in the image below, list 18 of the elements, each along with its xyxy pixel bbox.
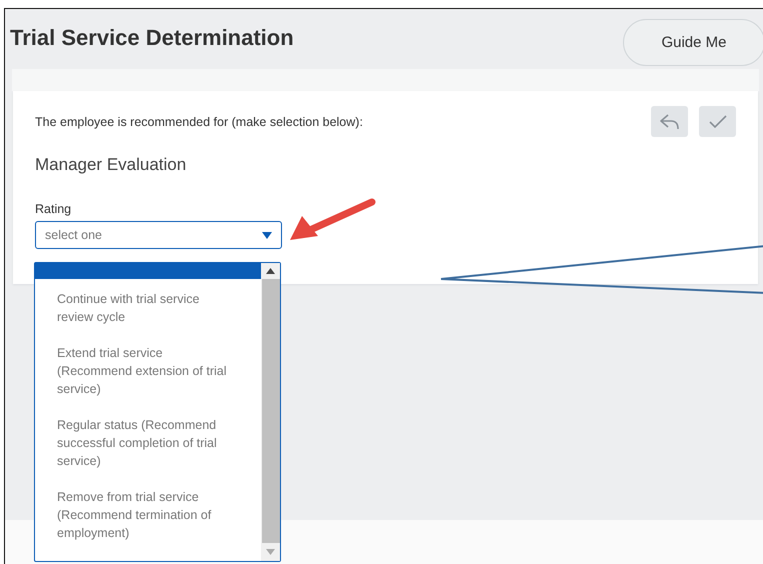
reply-arrow-icon bbox=[658, 112, 680, 130]
dropdown-option[interactable]: Extend trial service (Recommend extension of trial service) bbox=[35, 333, 261, 405]
dropdown-option[interactable]: Remove from trial service (Recommend termination of employment) bbox=[35, 477, 261, 549]
dropdown-option[interactable]: Continue with trial service review cycle bbox=[35, 279, 261, 333]
submit-button[interactable] bbox=[699, 106, 736, 137]
field-label: Rating bbox=[35, 202, 72, 216]
page-title: Trial Service Determination bbox=[10, 24, 294, 50]
rating-select[interactable]: select one bbox=[35, 221, 282, 249]
guide-me-button[interactable]: Guide Me bbox=[623, 19, 763, 66]
dropdown-caret-icon bbox=[262, 232, 272, 238]
scrollbar[interactable] bbox=[261, 263, 280, 561]
dropdown-option[interactable]: Regular status (Recommend successful completion of trial service) bbox=[35, 405, 261, 477]
scroll-up-icon bbox=[266, 268, 275, 274]
reply-button[interactable] bbox=[651, 106, 688, 137]
instruction-text: The employee is recommended for (make selection below): bbox=[35, 114, 363, 128]
scroll-down-icon bbox=[266, 549, 275, 555]
section-title: Manager Evaluation bbox=[35, 155, 188, 175]
check-icon bbox=[708, 114, 728, 130]
